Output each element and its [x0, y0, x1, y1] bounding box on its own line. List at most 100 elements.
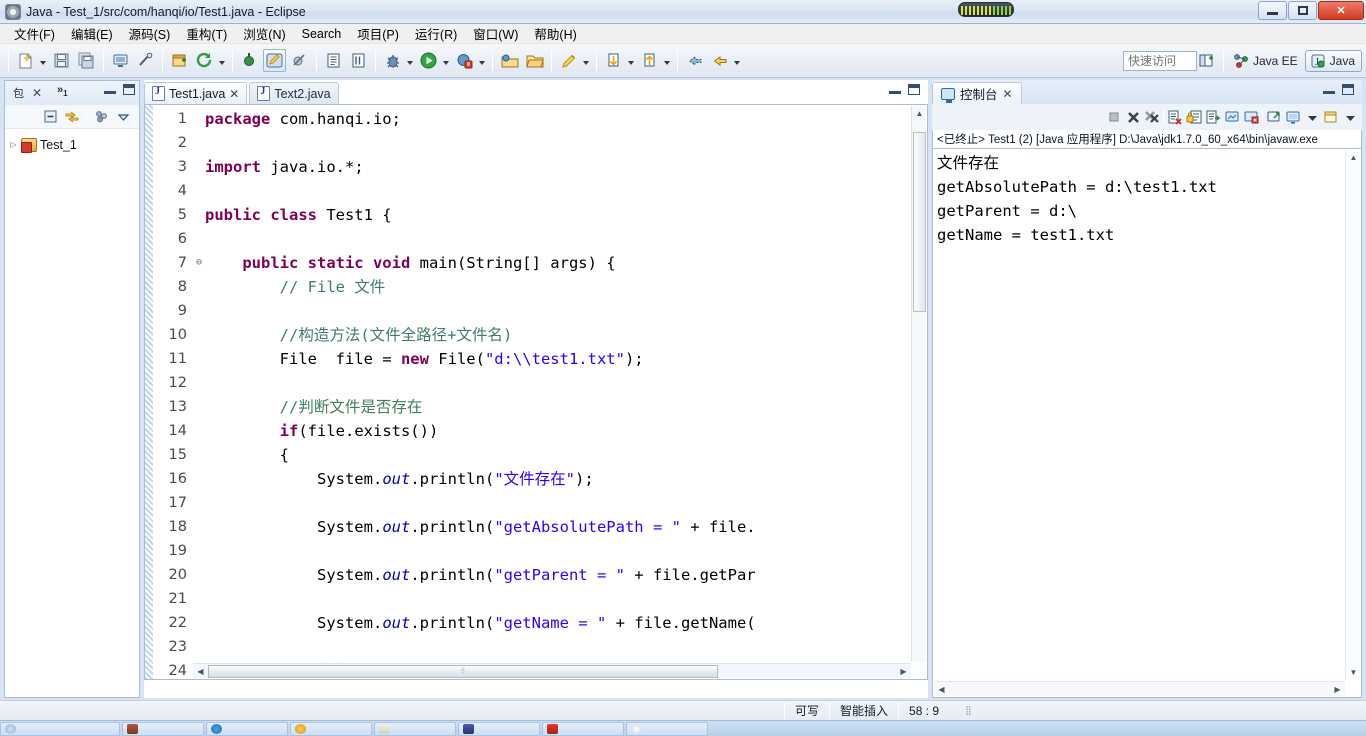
editor-body[interactable]: 1 package com.hanqi.io; 2 3 import java.io.*…: [144, 104, 928, 680]
menu-navigate[interactable]: 浏览(N): [235, 22, 293, 45]
console-tab-close-icon[interactable]: ✕: [1003, 88, 1013, 100]
clear-console-icon[interactable]: [1167, 109, 1183, 125]
console-scroll-down-icon[interactable]: ▼: [1346, 665, 1361, 680]
run-external-tools-icon[interactable]: [453, 49, 476, 72]
taskbar-item[interactable]: [374, 721, 456, 736]
editor-tab-text2-java[interactable]: Text2.java: [249, 82, 339, 104]
editor-hscroll-thumb[interactable]: ⦙⦙: [208, 664, 718, 678]
editor-horizontal-scrollbar[interactable]: ◀ ⦙⦙ ▶: [193, 663, 911, 678]
new-wizard-icon[interactable]: [14, 49, 37, 72]
run-dropdown-icon[interactable]: [441, 49, 451, 72]
code-line[interactable]: 5 public class Test1 {: [153, 203, 927, 227]
code-line[interactable]: 23: [153, 635, 927, 659]
code-line[interactable]: 4: [153, 179, 927, 203]
status-resize-grip[interactable]: ⣿: [965, 705, 973, 716]
terminate-icon[interactable]: [1106, 109, 1122, 125]
code-line[interactable]: 7 ⊖ public static void main(String[] args…: [153, 251, 927, 275]
code-line[interactable]: 11 File file = new File("d:\\test1.txt")…: [153, 347, 927, 371]
code-line[interactable]: 15 {: [153, 443, 927, 467]
external-tools-dropdown-icon[interactable]: [477, 49, 487, 72]
collapse-all-icon[interactable]: [42, 109, 58, 125]
open-perspective-icon[interactable]: [498, 49, 521, 72]
editor-vscroll-thumb[interactable]: [913, 132, 926, 312]
code-line[interactable]: 3 import java.io.*;: [153, 155, 927, 179]
tree-item-test1[interactable]: ▷ Test_1: [9, 135, 139, 154]
editor-vertical-scrollbar[interactable]: ▲: [911, 106, 926, 662]
debug-toggle-icon[interactable]: [238, 49, 261, 72]
maximize-console-icon[interactable]: [1342, 84, 1354, 95]
code-line[interactable]: 22 System.out.println("getName = " + fil…: [153, 611, 927, 635]
code-line[interactable]: 18 System.out.println("getAbsolutePath =…: [153, 515, 927, 539]
scroll-right-icon[interactable]: ▶: [896, 667, 911, 676]
next-annotation-dropdown-icon[interactable]: [626, 49, 636, 72]
scroll-left-icon[interactable]: ◀: [193, 667, 208, 676]
menu-edit[interactable]: 编辑(E): [63, 22, 121, 45]
open-console-dropdown-icon[interactable]: [1342, 109, 1358, 125]
maximize-button[interactable]: [1288, 1, 1317, 20]
maximize-editor-icon[interactable]: [908, 84, 920, 95]
console-scroll-right-icon[interactable]: ▶: [1330, 685, 1345, 694]
forward-icon[interactable]: [708, 49, 731, 72]
back-icon[interactable]: [683, 49, 706, 72]
refresh-dropdown-icon[interactable]: [217, 49, 227, 72]
taskbar-item[interactable]: [290, 721, 372, 736]
expander-icon[interactable]: ▷: [9, 140, 18, 149]
print-icon[interactable]: [109, 49, 132, 72]
minimize-view-icon[interactable]: [104, 84, 116, 94]
code-line[interactable]: 8 // File 文件: [153, 275, 927, 299]
scroll-up-icon[interactable]: ▲: [912, 106, 927, 121]
view-menu-filters-icon[interactable]: [93, 109, 109, 125]
link-with-editor-icon[interactable]: [64, 109, 80, 125]
scroll-lock-icon[interactable]: [1186, 109, 1202, 125]
perspective-java[interactable]: J Java: [1304, 49, 1362, 72]
forward-dropdown-icon[interactable]: [732, 49, 742, 72]
minimize-button[interactable]: [1258, 1, 1287, 20]
skip-breakpoints-icon[interactable]: [288, 49, 311, 72]
minimize-console-icon[interactable]: [1323, 84, 1335, 94]
console-scroll-left-icon[interactable]: ◀: [934, 685, 949, 694]
code-line[interactable]: 6: [153, 227, 927, 251]
menu-window[interactable]: 窗口(W): [465, 22, 526, 45]
remove-launch-icon[interactable]: [1125, 109, 1141, 125]
code-text-area[interactable]: 1 package com.hanqi.io; 2 3 import java.io.*…: [153, 107, 927, 679]
save-icon[interactable]: [50, 49, 73, 72]
new-java-project-icon[interactable]: [168, 49, 191, 72]
display-selected-dropdown-icon[interactable]: [1304, 109, 1320, 125]
taskbar-start-button[interactable]: [0, 721, 120, 736]
word-wrap-icon[interactable]: [1205, 109, 1221, 125]
package-explorer-close-icon[interactable]: ✕: [32, 87, 42, 99]
code-line[interactable]: 17: [153, 491, 927, 515]
new-wizard-dropdown-icon[interactable]: [38, 49, 48, 72]
perspective-java-ee[interactable]: Java EE: [1228, 50, 1305, 72]
search-dropdown-icon[interactable]: [581, 49, 591, 72]
code-line[interactable]: 19: [153, 539, 927, 563]
code-line[interactable]: 12: [153, 371, 927, 395]
search-pencil-icon[interactable]: [557, 49, 580, 72]
open-perspective-button[interactable]: [1195, 49, 1218, 72]
show-console-on-error-icon[interactable]: [1243, 109, 1259, 125]
quick-access-input[interactable]: [1123, 51, 1197, 71]
save-all-icon[interactable]: [75, 49, 98, 72]
open-task-icon[interactable]: [347, 49, 370, 72]
close-button[interactable]: ✕: [1318, 1, 1364, 20]
menu-project[interactable]: 项目(P): [349, 22, 407, 45]
taskbar-item[interactable]: [626, 721, 708, 736]
code-line[interactable]: 10 //构造方法(文件全路径+文件名): [153, 323, 927, 347]
open-console-icon[interactable]: [1323, 109, 1339, 125]
view-menu-icon[interactable]: [115, 109, 131, 125]
code-line[interactable]: 20 System.out.println("getParent = " + f…: [153, 563, 927, 587]
run-icon[interactable]: [417, 49, 440, 72]
console-vertical-scrollbar[interactable]: ▲ ▼: [1345, 150, 1360, 680]
menu-search[interactable]: Search: [294, 25, 350, 43]
menu-refactor[interactable]: 重构(T): [178, 22, 235, 45]
next-annotation-icon[interactable]: [602, 49, 625, 72]
console-output-body[interactable]: 文件存在 getAbsolutePath = d:\test1.txt getP…: [932, 148, 1362, 698]
taskbar-item[interactable]: [206, 721, 288, 736]
refresh-icon[interactable]: [193, 49, 216, 72]
code-line[interactable]: 21: [153, 587, 927, 611]
fold-toggle-icon[interactable]: ⊖: [193, 251, 205, 275]
minimize-editor-icon[interactable]: [889, 84, 901, 94]
console-horizontal-scrollbar[interactable]: ◀ ▶: [934, 681, 1345, 696]
package-explorer-tab-icon[interactable]: 包: [11, 86, 26, 101]
maximize-view-icon[interactable]: [123, 84, 135, 95]
